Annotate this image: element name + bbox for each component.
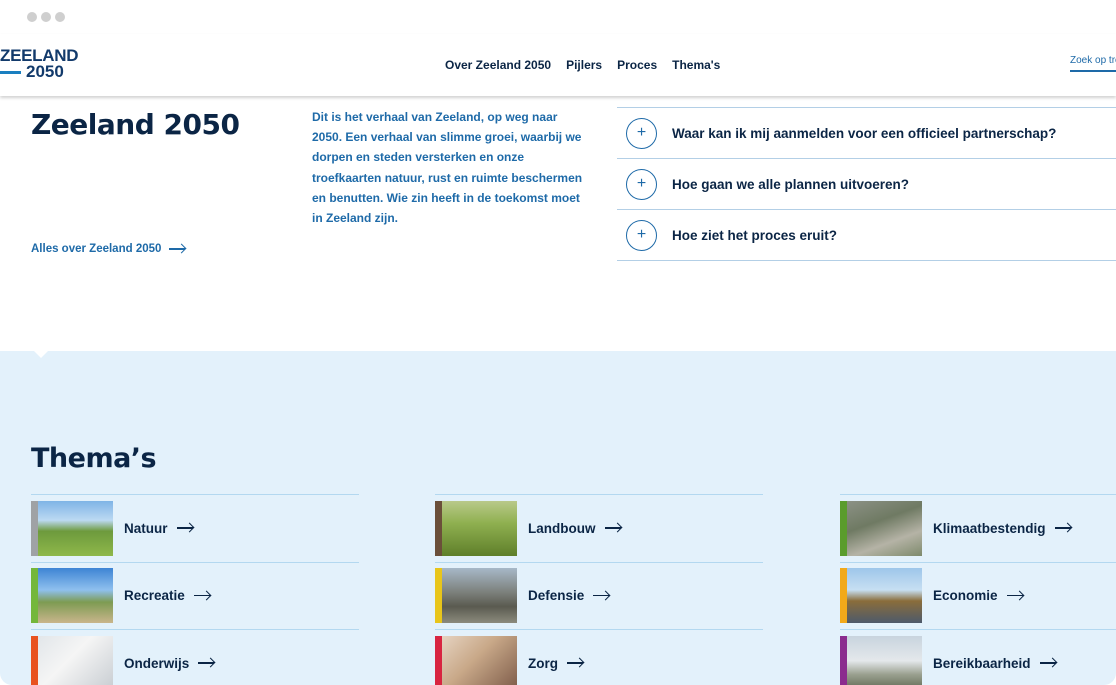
dike-photo-icon bbox=[840, 500, 922, 556]
faq-list: + Waar kan ik mij aanmelden voor een off… bbox=[617, 107, 1116, 261]
military-photo-icon bbox=[435, 568, 517, 624]
theme-label: Bereikbaarheid bbox=[933, 655, 1031, 671]
arrow-right-icon bbox=[169, 244, 187, 254]
farmers-photo-icon bbox=[435, 500, 517, 556]
themes-section: Thema’s Natuur Recreatie Onderwijs Landb… bbox=[0, 350, 1116, 685]
arrow-right-icon bbox=[193, 591, 212, 601]
theme-label: Defensie bbox=[528, 588, 585, 604]
theme-item[interactable]: Natuur bbox=[31, 495, 359, 563]
theme-color-bar bbox=[31, 635, 38, 685]
theme-color-bar bbox=[840, 500, 847, 556]
faq-item[interactable]: + Hoe gaan we alle plannen uitvoeren? bbox=[617, 159, 1116, 210]
browser-window: ZEELAND 2050 Over Zeeland 2050 Pijlers P… bbox=[0, 0, 1116, 685]
landscape-photo-icon bbox=[31, 500, 113, 556]
theme-item[interactable]: Economie bbox=[840, 563, 1116, 630]
nav-item-over[interactable]: Over Zeeland 2050 bbox=[445, 58, 551, 72]
logo-bottom-text: 2050 bbox=[0, 63, 78, 80]
themes-column: Klimaatbestendig Economie Bereikbaarheid bbox=[840, 494, 1116, 685]
theme-color-bar bbox=[840, 568, 847, 624]
faq-item[interactable]: + Waar kan ik mij aanmelden voor een off… bbox=[617, 108, 1116, 159]
road-photo-icon bbox=[840, 635, 922, 685]
theme-item[interactable]: Klimaatbestendig bbox=[840, 495, 1116, 563]
intro-paragraph: Dit is het verhaal van Zeeland, op weg n… bbox=[312, 110, 583, 226]
theme-color-bar bbox=[435, 500, 442, 556]
theme-color-bar bbox=[435, 568, 442, 624]
arrow-right-icon bbox=[593, 591, 611, 601]
arrow-right-icon bbox=[176, 523, 195, 533]
main-nav: Over Zeeland 2050 Pijlers Proces Thema's bbox=[445, 58, 720, 72]
theme-label: Recreatie bbox=[124, 588, 185, 604]
page-title: Zeeland 2050 bbox=[31, 108, 240, 141]
theme-label: Landbouw bbox=[528, 520, 596, 536]
theme-color-bar bbox=[840, 635, 847, 685]
window-controls bbox=[27, 12, 65, 22]
plus-icon[interactable]: + bbox=[626, 117, 657, 149]
theme-item[interactable]: Recreatie bbox=[31, 563, 359, 630]
section-notch bbox=[33, 350, 49, 358]
window-dot-icon[interactable] bbox=[41, 12, 51, 22]
about-link[interactable]: Alles over Zeeland 2050 bbox=[31, 243, 187, 255]
arrow-right-icon bbox=[567, 658, 585, 668]
themes-column: Landbouw Defensie Zorg bbox=[435, 494, 763, 685]
arrow-right-icon bbox=[604, 523, 623, 533]
theme-label: Klimaatbestendig bbox=[933, 520, 1046, 536]
nav-item-pijlers[interactable]: Pijlers bbox=[566, 58, 602, 72]
window-dot-icon[interactable] bbox=[55, 12, 65, 22]
faq-question: Waar kan ik mij aanmelden voor een offic… bbox=[672, 125, 1057, 141]
about-link-label: Alles over Zeeland 2050 bbox=[31, 243, 162, 255]
theme-item[interactable]: Bereikbaarheid bbox=[840, 630, 1116, 685]
arrow-right-icon bbox=[1039, 658, 1058, 668]
window-dot-icon[interactable] bbox=[27, 12, 37, 22]
plus-icon[interactable]: + bbox=[626, 168, 657, 200]
arrow-right-icon bbox=[1006, 591, 1025, 601]
themes-column: Natuur Recreatie Onderwijs bbox=[31, 494, 359, 685]
theme-label: Natuur bbox=[124, 520, 168, 536]
nav-item-proces[interactable]: Proces bbox=[617, 58, 657, 72]
plus-icon[interactable]: + bbox=[626, 219, 657, 251]
lab-photo-icon bbox=[31, 635, 113, 685]
theme-item[interactable]: Onderwijs bbox=[31, 630, 359, 685]
theme-color-bar bbox=[31, 568, 38, 624]
harbor-photo-icon bbox=[840, 568, 922, 624]
theme-color-bar bbox=[435, 635, 442, 685]
cyclists-photo-icon bbox=[31, 568, 113, 624]
theme-item[interactable]: Zorg bbox=[435, 630, 763, 685]
care-photo-icon bbox=[435, 635, 517, 685]
site-logo[interactable]: ZEELAND 2050 bbox=[0, 47, 78, 80]
nav-item-themas[interactable]: Thema's bbox=[672, 58, 720, 72]
theme-item[interactable]: Landbouw bbox=[435, 495, 763, 563]
arrow-right-icon bbox=[1054, 523, 1073, 533]
theme-label: Zorg bbox=[528, 655, 558, 671]
faq-item[interactable]: + Hoe ziet het proces eruit? bbox=[617, 210, 1116, 261]
faq-question: Hoe ziet het proces eruit? bbox=[672, 227, 838, 243]
theme-color-bar bbox=[31, 500, 38, 556]
search-input[interactable]: Zoek op trefwoord bbox=[1070, 55, 1116, 72]
theme-label: Onderwijs bbox=[124, 655, 190, 671]
theme-item[interactable]: Defensie bbox=[435, 563, 763, 630]
faq-question: Hoe gaan we alle plannen uitvoeren? bbox=[672, 176, 910, 192]
themes-title: Thema’s bbox=[31, 443, 157, 474]
arrow-right-icon bbox=[198, 658, 216, 668]
site-header: ZEELAND 2050 Over Zeeland 2050 Pijlers P… bbox=[0, 34, 1116, 96]
theme-label: Economie bbox=[933, 588, 998, 604]
